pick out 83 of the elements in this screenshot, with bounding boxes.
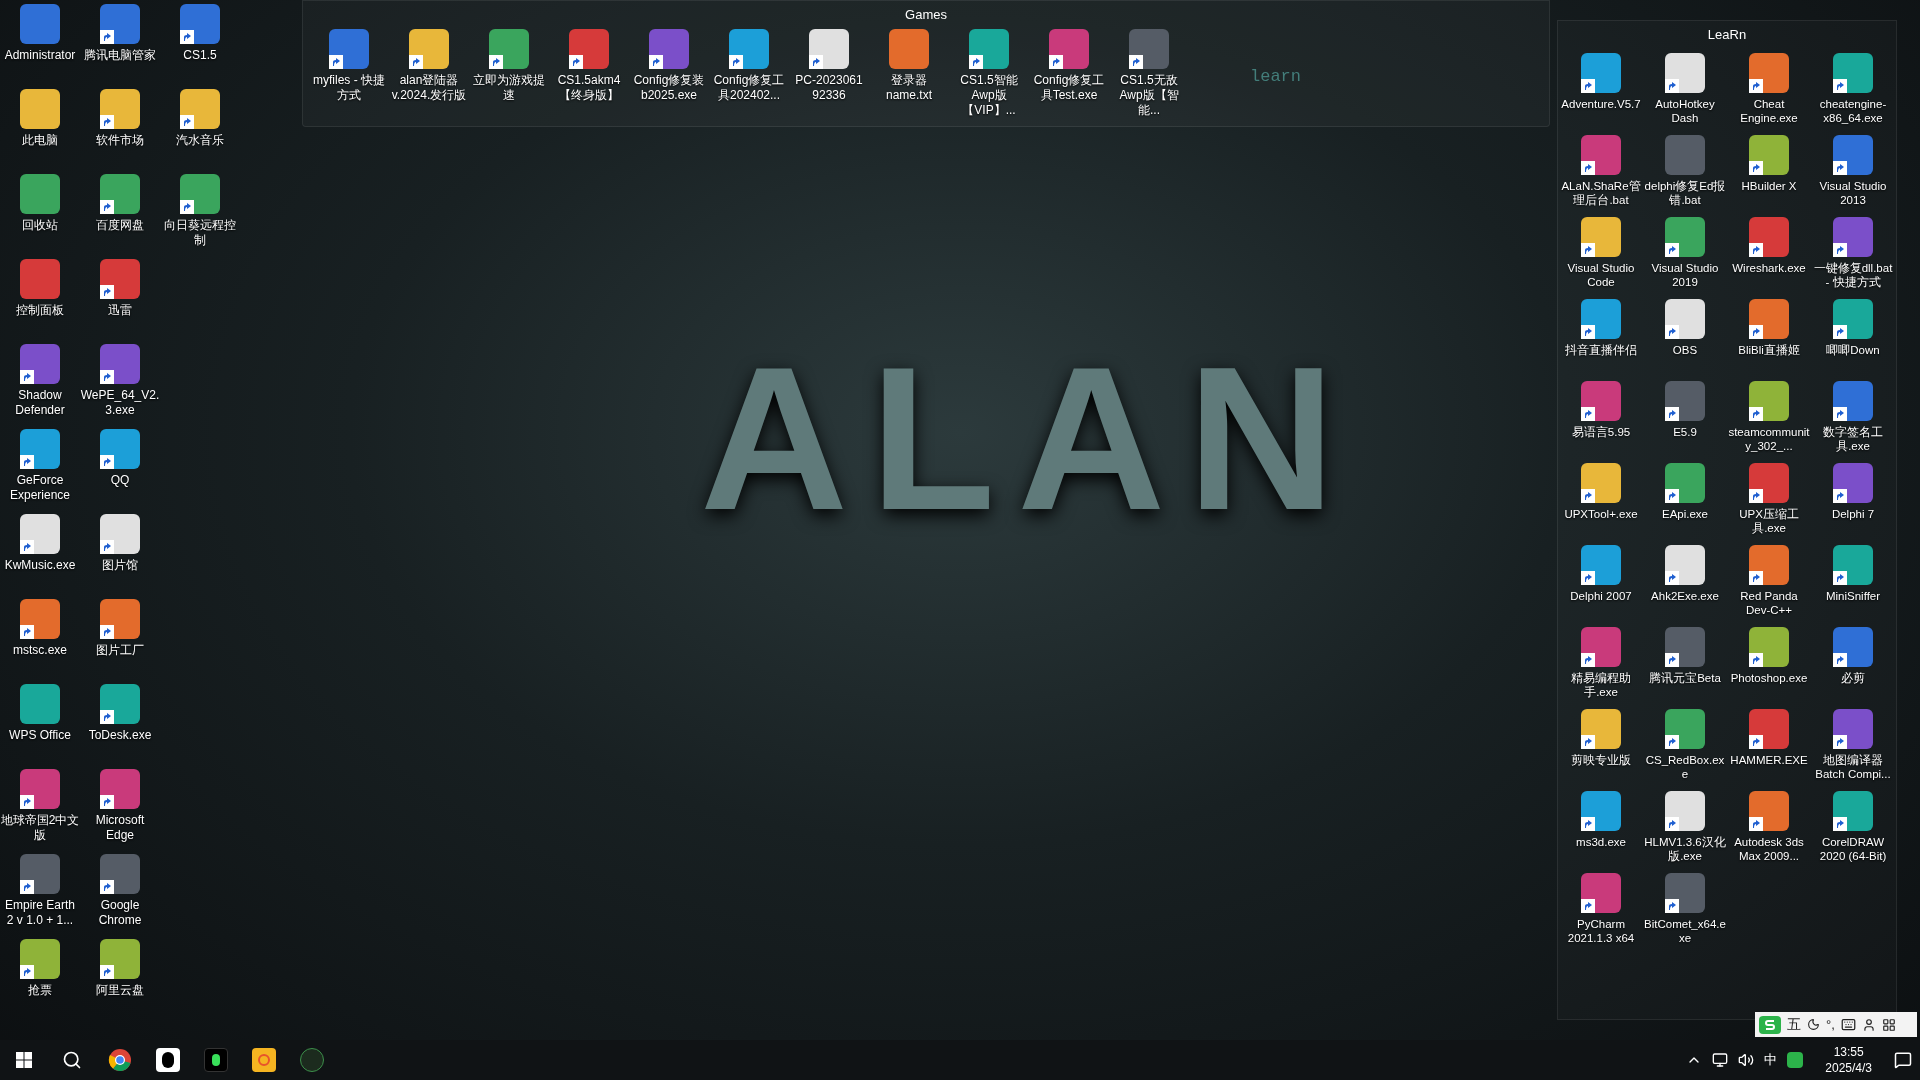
- app-icon: [1581, 216, 1621, 257]
- app-icon: [1665, 626, 1705, 667]
- clock[interactable]: 13:55 2025/4/3: [1813, 1044, 1884, 1076]
- app-icon: [649, 28, 689, 69]
- app-icon: [1129, 28, 1169, 69]
- fence-title: LeaRn: [1707, 26, 1747, 44]
- punctuation-mode[interactable]: °,: [1826, 1014, 1835, 1035]
- s-logo-icon[interactable]: [1787, 1052, 1804, 1068]
- app-icon: [1581, 52, 1621, 93]
- browser-icon[interactable]: [108, 1048, 132, 1072]
- app-icon: [1665, 872, 1705, 913]
- app-icon: [1665, 298, 1705, 339]
- network-icon[interactable]: [1712, 1052, 1729, 1068]
- search-icon[interactable]: [62, 1050, 82, 1070]
- app-icon: [1581, 708, 1621, 749]
- app-icon: [1749, 708, 1789, 749]
- app-icon: [1749, 544, 1789, 585]
- app-icon: [569, 28, 609, 69]
- app-icon: [1581, 134, 1621, 175]
- clock-date: 2025/4/3: [1825, 1060, 1872, 1076]
- app-icon: [20, 4, 60, 44]
- fence-title: Games: [905, 6, 947, 24]
- app-icon: [1833, 790, 1873, 831]
- app-icon: [969, 28, 1009, 69]
- app-icon: [1581, 544, 1621, 585]
- app-icon: [1749, 52, 1789, 93]
- app-icon: [1581, 790, 1621, 831]
- user-icon[interactable]: [1861, 1017, 1876, 1032]
- app-icon: [1833, 298, 1873, 339]
- app-icon: [20, 89, 60, 129]
- music-app-icon[interactable]: [204, 1048, 228, 1072]
- app-icon: [20, 684, 60, 724]
- app-icon: [1581, 872, 1621, 913]
- wallpaper-title: ALAN: [700, 335, 1358, 540]
- penguin-app-icon[interactable]: [156, 1048, 180, 1072]
- input-language[interactable]: 中: [1764, 1050, 1778, 1070]
- app-icon: [1833, 52, 1873, 93]
- keyboard-icon[interactable]: [1840, 1017, 1856, 1032]
- app-icon: [489, 28, 529, 69]
- app-icon: [1749, 626, 1789, 667]
- app-icon: [1665, 790, 1705, 831]
- moon-icon[interactable]: [1807, 1018, 1820, 1031]
- app-icon: [329, 28, 369, 69]
- app-icon: [1749, 462, 1789, 503]
- app-icon: [20, 259, 60, 299]
- app-icon: [1665, 216, 1705, 257]
- ime-mode[interactable]: 五: [1787, 1014, 1801, 1035]
- grid-icon[interactable]: [1881, 1017, 1896, 1032]
- app-icon: [1581, 380, 1621, 421]
- app-icon: [1581, 626, 1621, 667]
- app-icon: [1833, 462, 1873, 503]
- clock-time: 13:55: [1833, 1044, 1864, 1060]
- wallpaper-caption: learn: [1250, 66, 1301, 88]
- app-icon: [1665, 462, 1705, 503]
- app-icon: [1749, 380, 1789, 421]
- volume-icon[interactable]: [1738, 1052, 1755, 1068]
- app-icon: [1665, 134, 1705, 175]
- app-icon: [1833, 544, 1873, 585]
- app-icon: [889, 28, 929, 69]
- app-icon: [1665, 708, 1705, 749]
- app-icon: [1581, 462, 1621, 503]
- notification-icon[interactable]: [1894, 1051, 1912, 1069]
- app-icon: [1749, 298, 1789, 339]
- app-icon: [1833, 626, 1873, 667]
- app-icon: [1749, 216, 1789, 257]
- app-icon: [1749, 134, 1789, 175]
- app-icon: [1581, 298, 1621, 339]
- app-icon: [809, 28, 849, 69]
- app-icon: [1049, 28, 1089, 69]
- windows-logo-icon[interactable]: [16, 1052, 32, 1068]
- music-player-icon[interactable]: [252, 1048, 276, 1072]
- app-icon: [1665, 380, 1705, 421]
- app-icon: [1665, 544, 1705, 585]
- app-icon: [1833, 708, 1873, 749]
- app-icon: [1833, 134, 1873, 175]
- app-icon: [1833, 380, 1873, 421]
- app-icon: [1665, 52, 1705, 93]
- app-icon: [20, 174, 60, 214]
- app-icon: [1833, 216, 1873, 257]
- app-icon: [729, 28, 769, 69]
- app-icon: [1749, 790, 1789, 831]
- app-icon: [409, 28, 449, 69]
- launcher-app-icon[interactable]: [300, 1048, 324, 1072]
